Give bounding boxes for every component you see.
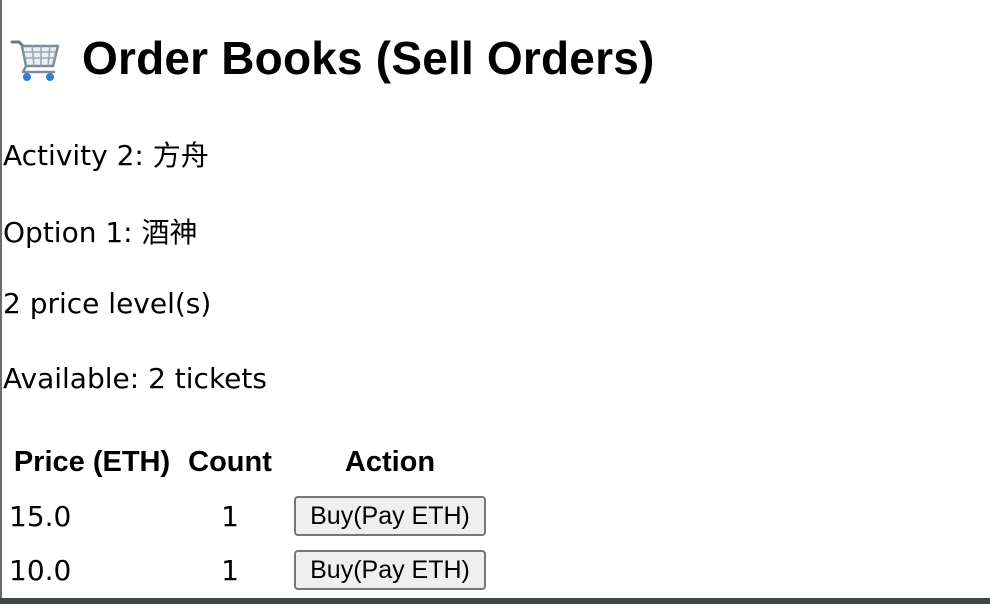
page-header: Order Books (Sell Orders) (10, 28, 655, 88)
order-price: 15.0 (9, 499, 72, 533)
window-bottom-border (0, 598, 990, 604)
column-header-count: Count (188, 445, 272, 478)
sell-orders-table: Price (ETH) Count Action 15.0 1 Buy(Pay … (3, 436, 501, 598)
order-count: 1 (221, 499, 239, 533)
order-action-cell: Buy(Pay ETH) (283, 490, 497, 542)
table-header-row: Price (ETH) Count Action (7, 438, 497, 488)
table-row: 15.0 1 Buy(Pay ETH) (7, 490, 497, 542)
column-header-price: Price (ETH) (13, 445, 171, 478)
buy-button[interactable]: Buy(Pay ETH) (294, 550, 486, 590)
available-tickets: Available: 2 tickets (3, 362, 267, 395)
page-title: Order Books (Sell Orders) (82, 32, 655, 84)
shopping-cart-icon (10, 32, 62, 84)
window-left-border (0, 0, 2, 598)
option-label: Option 1: 酒神 (3, 216, 198, 249)
buy-button[interactable]: Buy(Pay ETH) (294, 496, 486, 536)
activity-label: Activity 2: 方舟 (3, 139, 209, 172)
price-level-count: 2 price level(s) (3, 287, 212, 320)
order-price: 10.0 (9, 553, 72, 587)
order-action-cell: Buy(Pay ETH) (283, 544, 497, 596)
table-row: 10.0 1 Buy(Pay ETH) (7, 544, 497, 596)
column-header-action: Action (344, 445, 436, 478)
order-count: 1 (221, 553, 239, 587)
